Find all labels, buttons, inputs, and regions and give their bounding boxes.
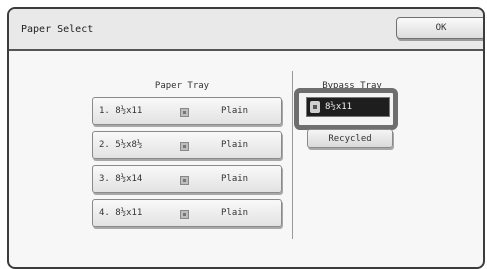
tray-size-label: 3. 8½x14 [99,174,143,184]
tray-size-label: 2. 5½x8½ [99,140,143,150]
tray-type-label: Plain [221,174,249,184]
dialog-title: Paper Select [21,24,94,35]
paper-tray-icon [180,108,189,117]
paper-select-dialog: Paper Select OK Paper Tray 1. 8½x11 Plai… [7,7,485,269]
bypass-tray-icon [310,101,320,113]
tray-size-label: 1. 8½x11 [99,106,143,116]
paper-tray-icon [180,176,189,185]
tray-2-button[interactable]: 2. 5½x8½ Plain [92,131,282,159]
tray-1-button[interactable]: 1. 8½x11 Plain [92,97,282,125]
bypass-size-button[interactable]: 8½x11 [306,97,390,117]
paper-tray-icon [180,210,189,219]
paper-tray-icon [180,142,189,151]
ok-button[interactable]: OK [396,17,483,39]
tray-3-button[interactable]: 3. 8½x14 Plain [92,165,282,193]
bypass-size-label: 8½x11 [325,102,353,112]
bypass-type-button[interactable]: Recycled [307,129,393,148]
tray-type-label: Plain [221,208,249,218]
tray-size-label: 4. 8½x11 [99,208,143,218]
section-divider [292,71,293,239]
tray-4-button[interactable]: 4. 8½x11 Plain [92,199,282,227]
tray-type-label: Plain [221,106,249,116]
tray-type-label: Plain [221,140,249,150]
title-bar: Paper Select OK [9,9,483,51]
